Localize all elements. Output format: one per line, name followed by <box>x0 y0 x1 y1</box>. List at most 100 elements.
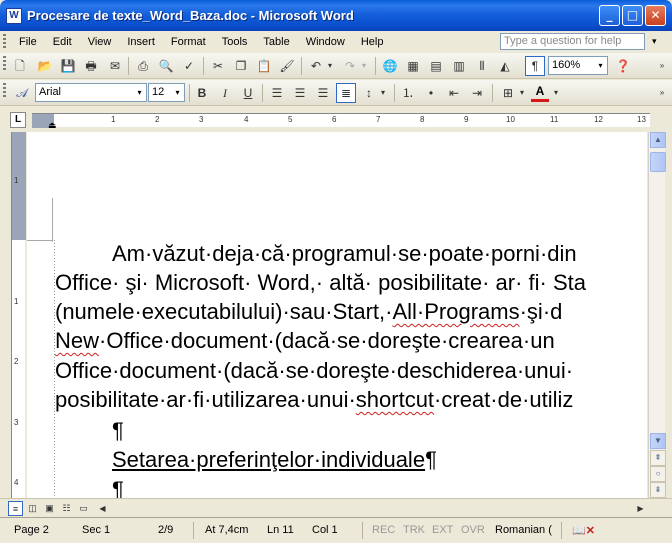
permission-icon[interactable]: 🖶 <box>82 57 100 75</box>
redo-dropdown-icon[interactable]: ▾ <box>359 57 369 75</box>
status-ovr[interactable]: OVR <box>461 524 485 536</box>
paragraph-mark[interactable]: ¶ <box>112 475 124 498</box>
scroll-thumb[interactable] <box>650 152 666 172</box>
maximize-button[interactable]: □ <box>622 5 643 26</box>
menu-file[interactable]: File <box>11 35 45 49</box>
bold-button[interactable]: B <box>193 84 211 102</box>
document-area[interactable]: Am·văzut·deja·că·programul·se·poate·porn… <box>27 132 647 498</box>
menu-view[interactable]: View <box>80 35 120 49</box>
align-center-icon[interactable]: ☰ <box>291 84 309 102</box>
normal-view-icon[interactable]: ≡ <box>8 501 23 516</box>
menu-edit[interactable]: Edit <box>45 35 80 49</box>
tables-borders-icon[interactable]: ▦ <box>404 57 422 75</box>
menu-help[interactable]: Help <box>353 35 392 49</box>
format-painter-icon[interactable]: 🖌 <box>278 57 296 75</box>
scroll-left-icon[interactable]: ◀ <box>95 501 110 516</box>
font-size-select[interactable]: 12 ▾ <box>148 83 185 102</box>
chevron-down-icon[interactable]: ▾ <box>595 58 606 73</box>
print-icon[interactable]: ⎙ <box>134 57 152 75</box>
new-document-icon[interactable]: 🗋 <box>11 57 29 75</box>
underline-button[interactable]: U <box>239 84 257 102</box>
insert-excel-icon[interactable]: ▥ <box>450 57 468 75</box>
select-browse-object-icon[interactable]: ○ <box>650 466 666 482</box>
scroll-up-icon[interactable]: ▲ <box>650 132 666 148</box>
styles-formatting-icon[interactable]: 𝒜 <box>13 84 31 102</box>
scroll-down-icon[interactable]: ▼ <box>650 433 666 449</box>
text-line[interactable]: Office· şi· Microsoft· Word,· altă· posi… <box>55 268 586 298</box>
spell-error-shortcut[interactable]: shortcut <box>356 387 434 412</box>
spell-error-new[interactable]: New <box>55 328 99 353</box>
copy-icon[interactable]: ❐ <box>232 57 250 75</box>
help-icon[interactable]: ❓ <box>614 57 632 75</box>
show-hide-icon[interactable]: ¶ <box>525 56 545 76</box>
status-line[interactable]: Ln 11 <box>267 524 294 536</box>
next-page-icon[interactable]: ⇟ <box>650 482 666 498</box>
vertical-ruler[interactable]: 1 1 2 3 4 <box>11 132 26 498</box>
print-layout-icon[interactable]: ▣ <box>42 501 57 516</box>
menu-grip[interactable] <box>3 34 6 50</box>
line-spacing-icon[interactable]: ↕ <box>360 84 378 102</box>
italic-button[interactable]: I <box>216 84 234 102</box>
undo-dropdown-icon[interactable]: ▾ <box>325 57 335 75</box>
help-search-input[interactable]: Type a question for help <box>500 33 645 50</box>
status-language[interactable]: Romanian ( <box>495 524 552 536</box>
print-preview-icon[interactable]: 🔍 <box>157 57 175 75</box>
spelling-status-icon[interactable]: 📖✕ <box>572 524 595 537</box>
web-layout-icon[interactable]: ◫ <box>25 501 40 516</box>
font-color-dropdown-icon[interactable]: ▾ <box>551 84 561 102</box>
title-bar[interactable]: W Procesare de texte_Word_Baza.doc - Mic… <box>0 0 672 31</box>
borders-icon[interactable]: ⊞ <box>499 84 517 102</box>
status-rec[interactable]: REC <box>372 524 395 536</box>
tab-selector[interactable]: L <box>10 112 26 128</box>
justify-icon[interactable]: ≣ <box>336 83 356 103</box>
menu-insert[interactable]: Insert <box>119 35 163 49</box>
reading-layout-icon[interactable]: ▭ <box>76 501 91 516</box>
paste-icon[interactable]: 📋 <box>255 57 273 75</box>
undo-icon[interactable]: ↶ <box>307 57 325 75</box>
chevron-down-icon[interactable]: ▾ <box>172 85 183 100</box>
columns-icon[interactable]: ⫴ <box>473 57 491 75</box>
insert-table-icon[interactable]: ▤ <box>427 57 445 75</box>
spell-error-all-programs[interactable]: All·Programs <box>392 299 519 324</box>
toolbar-options-icon[interactable]: » <box>653 57 671 75</box>
menu-table[interactable]: Table <box>255 35 297 49</box>
status-page[interactable]: Page 2 <box>14 524 49 536</box>
indent-marker-icon[interactable]: ⏏ <box>48 120 57 131</box>
save-icon[interactable]: 💾 <box>59 57 77 75</box>
text-line[interactable]: posibilitate·ar·fi·utilizarea·unui·short… <box>55 385 573 415</box>
status-column[interactable]: Col 1 <box>312 524 338 536</box>
scroll-right-icon[interactable]: ▶ <box>633 501 648 516</box>
line-spacing-dropdown-icon[interactable]: ▾ <box>378 84 388 102</box>
menu-window[interactable]: Window <box>298 35 353 49</box>
previous-page-icon[interactable]: ⇞ <box>650 450 666 466</box>
text-line[interactable]: Office·document·(dacă·se·doreşte·deschid… <box>55 356 573 386</box>
horizontal-ruler[interactable]: ⏏ 1 2 3 4 5 6 7 8 9 10 11 12 13 <box>32 113 650 130</box>
bullets-icon[interactable]: • <box>422 84 440 102</box>
spelling-icon[interactable]: ✓ <box>180 57 198 75</box>
vertical-scrollbar[interactable]: ▲ ▼ ⇞ ○ ⇟ <box>648 132 666 498</box>
borders-dropdown-icon[interactable]: ▾ <box>517 84 527 102</box>
status-ext[interactable]: EXT <box>432 524 453 536</box>
cut-icon[interactable]: ✂ <box>209 57 227 75</box>
word-app-icon[interactable]: W <box>6 8 22 24</box>
hyperlink-icon[interactable]: 🌐 <box>381 57 399 75</box>
close-button[interactable]: ✕ <box>645 5 666 26</box>
close-help-icon[interactable]: ▾ <box>652 36 657 47</box>
toolbar-options-icon[interactable]: » <box>653 84 671 102</box>
status-section[interactable]: Sec 1 <box>82 524 110 536</box>
numbering-icon[interactable]: ⒈ <box>399 84 417 102</box>
drawing-icon[interactable]: ◭ <box>496 57 514 75</box>
decrease-indent-icon[interactable]: ⇤ <box>445 84 463 102</box>
heading-text[interactable]: Setarea·preferinţelor·individuale <box>112 447 425 472</box>
paragraph-mark[interactable]: ¶ <box>112 416 124 446</box>
zoom-select[interactable]: 160% ▾ <box>548 56 608 75</box>
horizontal-scrollbar[interactable]: ≡ ◫ ▣ ☷ ▭ ◀ ▶ <box>0 498 672 517</box>
font-color-button[interactable]: A <box>531 84 549 102</box>
email-icon[interactable]: ✉ <box>106 57 124 75</box>
text-line[interactable]: Am·văzut·deja·că·programul·se·poate·porn… <box>112 239 577 269</box>
increase-indent-icon[interactable]: ⇥ <box>468 84 486 102</box>
menu-format[interactable]: Format <box>163 35 214 49</box>
status-position[interactable]: At 7,4cm <box>205 524 248 536</box>
text-line[interactable]: (numele·executabilului)·sau·Start,·All·P… <box>55 297 562 327</box>
status-page-count[interactable]: 2/9 <box>158 524 173 536</box>
